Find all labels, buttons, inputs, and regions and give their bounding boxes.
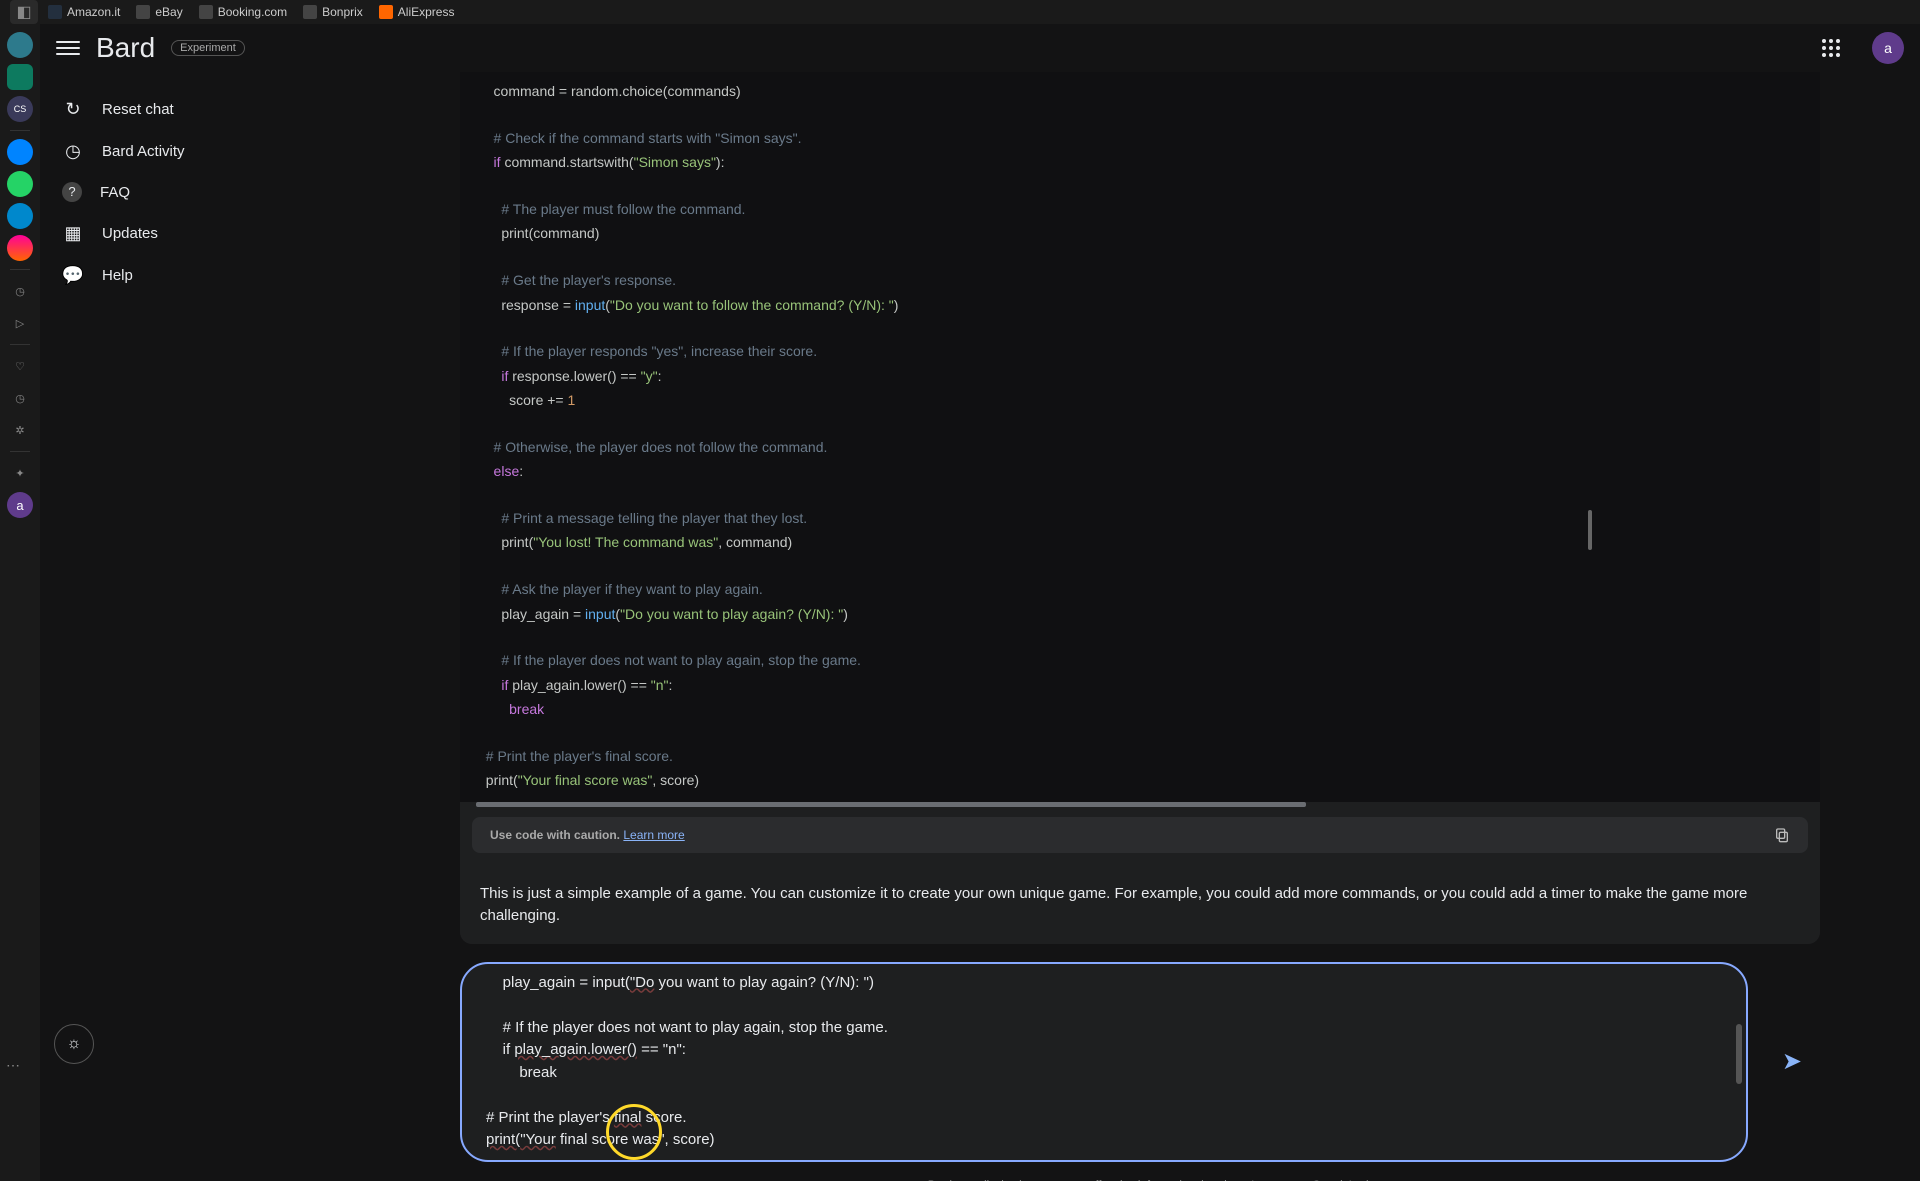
rail-separator [10, 344, 30, 345]
code-caution-bar: Use code with caution. Learn more [472, 817, 1808, 853]
sidebar-item-faq[interactable]: ? FAQ [48, 172, 312, 212]
reset-icon: ↻ [62, 98, 84, 120]
rail-app-2[interactable] [7, 64, 33, 90]
rail-messenger[interactable] [7, 139, 33, 165]
sidebar-item-label: Bard Activity [102, 143, 185, 160]
activity-icon: ◷ [62, 140, 84, 162]
code-horizontal-scrollbar[interactable] [476, 802, 1306, 807]
rail-instagram[interactable] [7, 235, 33, 261]
rail-gear-icon[interactable]: ✲ [7, 417, 33, 443]
response-panel: command = random.choice(commands) # Chec… [460, 72, 1820, 944]
user-avatar[interactable]: a [1872, 32, 1904, 64]
more-button[interactable]: ⋯ [6, 1057, 20, 1074]
rail-separator [10, 269, 30, 270]
rail-clock-icon[interactable]: ◷ [7, 385, 33, 411]
rail-telegram[interactable] [7, 203, 33, 229]
app-header: Bard Experiment a [40, 24, 1920, 72]
sidebar-toggle[interactable]: ◧ [10, 0, 38, 24]
page-scrollbar[interactable] [1588, 510, 1592, 550]
theme-toggle-button[interactable]: ☼ [54, 1024, 94, 1064]
sidebar-item-label: Help [102, 267, 133, 284]
code-block[interactable]: command = random.choice(commands) # Chec… [460, 72, 1820, 802]
logo: Bard [96, 32, 155, 64]
sidebar-item-updates[interactable]: ▦ Updates [48, 212, 312, 254]
sidebar-item-bard-activity[interactable]: ◷ Bard Activity [48, 130, 312, 172]
experiment-badge: Experiment [171, 40, 245, 56]
rail-whatsapp[interactable] [7, 171, 33, 197]
rail-separator [10, 451, 30, 452]
disclaimer: Bard may display inaccurate or offensive… [460, 1174, 1860, 1181]
menu-button[interactable] [56, 36, 80, 60]
rail-separator [10, 130, 30, 131]
rail-sparkle-icon[interactable]: ✦ [7, 460, 33, 486]
caution-text: Use code with caution. Learn more [490, 828, 685, 842]
calendar-icon: ▦ [62, 222, 84, 244]
sidebar-item-label: Reset chat [102, 101, 174, 118]
apps-grid-icon[interactable] [1818, 35, 1844, 61]
sidebar-item-label: FAQ [100, 184, 130, 201]
bookmark-bonprix[interactable]: Bonprix [297, 5, 369, 19]
learn-more-link[interactable]: Learn more [623, 828, 684, 842]
prompt-input-row: play_again = input("Do you want to play … [460, 962, 1820, 1162]
rail-app-1[interactable] [7, 32, 33, 58]
rail-history-icon[interactable]: ◷ [7, 278, 33, 304]
copy-icon[interactable] [1774, 827, 1790, 843]
bookmark-booking[interactable]: Booking.com [193, 5, 293, 19]
rail-app-cs[interactable]: CS [7, 96, 33, 122]
sidebar-item-help[interactable]: 💬 Help [48, 254, 312, 296]
prompt-input[interactable]: play_again = input("Do you want to play … [460, 962, 1748, 1162]
bookmark-aliexpress[interactable]: AliExpress [373, 5, 461, 19]
send-button[interactable]: ➤ [1764, 1047, 1820, 1076]
browser-sidebar: CS ◷ ▷ ♡ ◷ ✲ ✦ a [0, 24, 40, 1181]
sidebar-item-label: Updates [102, 225, 158, 242]
help-icon: ? [62, 182, 82, 202]
bookmark-amazon[interactable]: Amazon.it [42, 5, 126, 19]
chat-icon: 💬 [62, 264, 84, 286]
response-text: This is just a simple example of a game.… [460, 867, 1820, 944]
input-scrollbar[interactable] [1736, 1024, 1742, 1084]
bookmark-ebay[interactable]: eBay [130, 5, 188, 19]
sidebar: ↻ Reset chat ◷ Bard Activity ? FAQ ▦ Upd… [40, 72, 320, 1181]
rail-play-icon[interactable]: ▷ [7, 310, 33, 336]
browser-bookmarks-bar: ◧ Amazon.it eBay Booking.com Bonprix Ali… [0, 0, 1920, 24]
sidebar-item-reset-chat[interactable]: ↻ Reset chat [48, 88, 312, 130]
rail-avatar[interactable]: a [7, 492, 33, 518]
rail-heart-icon[interactable]: ♡ [7, 353, 33, 379]
